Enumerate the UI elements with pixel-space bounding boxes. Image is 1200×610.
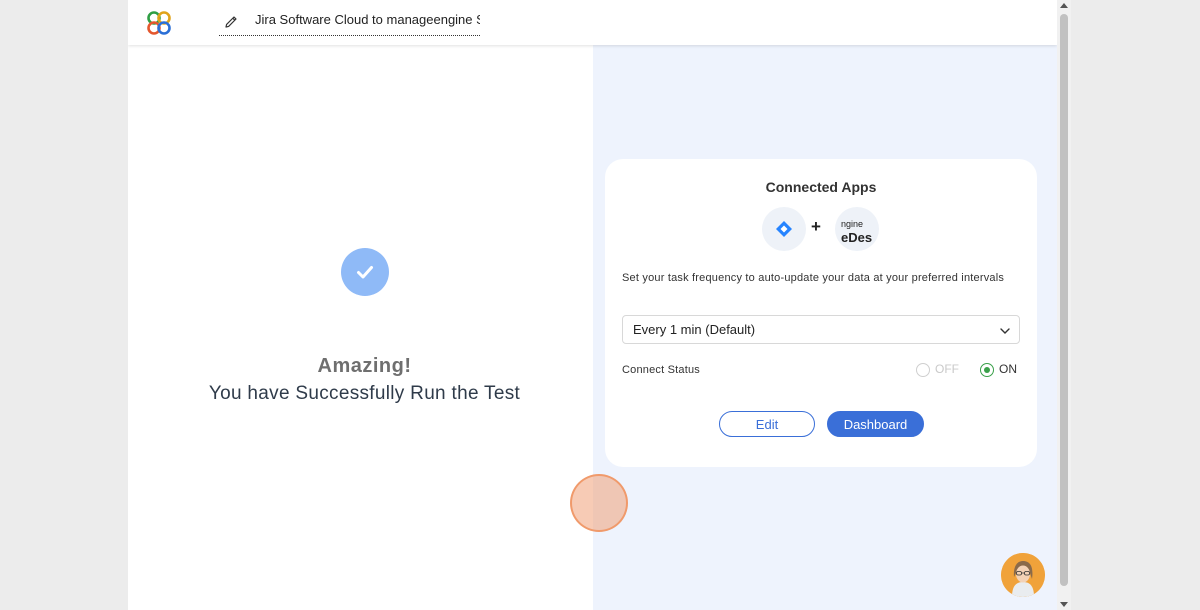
- workflow-title[interactable]: Jira Software Cloud to manageengine Serv…: [255, 12, 480, 27]
- servicedesk-logo-text-top: ngine: [841, 219, 864, 229]
- top-bar: Jira Software Cloud to manageengine Serv…: [128, 0, 1057, 45]
- scroll-down-arrow-icon[interactable]: [1060, 602, 1068, 607]
- frequency-select[interactable]: Every 1 min (Default): [622, 315, 1020, 344]
- support-avatar-icon[interactable]: [1001, 553, 1045, 597]
- edit-button[interactable]: Edit: [719, 411, 815, 437]
- success-heading: Amazing!: [317, 355, 412, 377]
- success-message: You have Successfully Run the Test: [208, 383, 521, 404]
- avatar-face-icon: [1001, 553, 1045, 597]
- cursor-highlight: [570, 474, 628, 532]
- chevron-down-icon[interactable]: [999, 325, 1011, 337]
- connected-apps-title: Connected Apps: [765, 179, 877, 195]
- dashboard-button[interactable]: Dashboard: [827, 411, 924, 437]
- plus-sign: +: [811, 217, 821, 236]
- status-off-label[interactable]: OFF: [935, 362, 959, 376]
- page: Jira Software Cloud to manageengine Serv…: [128, 0, 1057, 610]
- servicedesk-logo-text-main: eDes: [841, 230, 873, 245]
- scrollbar-thumb[interactable]: [1060, 14, 1068, 586]
- pencil-icon[interactable]: [223, 14, 239, 30]
- connected-apps-card: Connected Apps + ngine eDes Set your tas…: [605, 159, 1037, 467]
- status-on-label[interactable]: ON: [999, 362, 1017, 376]
- connect-status-label: Connect Status: [622, 364, 701, 376]
- vertical-scrollbar[interactable]: [1057, 0, 1071, 610]
- workflow-title-field[interactable]: Jira Software Cloud to manageengine Serv…: [219, 9, 480, 36]
- status-off-radio[interactable]: [916, 363, 930, 377]
- jira-icon: [762, 207, 806, 251]
- checkmark-icon: [357, 266, 373, 279]
- jira-logo-icon: [776, 221, 792, 237]
- connection-panel: Connected Apps + ngine eDes Set your tas…: [593, 45, 1057, 610]
- frequency-select-value[interactable]: Every 1 min (Default): [633, 322, 755, 337]
- result-panel: Amazing! You have Successfully Run the T…: [128, 45, 593, 610]
- app-logo-icon[interactable]: [146, 10, 172, 36]
- status-on-radio[interactable]: [980, 363, 994, 377]
- frequency-description: Set your task frequency to auto-update y…: [622, 272, 1005, 284]
- servicedesk-icon: ngine eDes: [835, 207, 879, 251]
- scroll-up-arrow-icon[interactable]: [1060, 3, 1068, 8]
- check-circle-icon: [341, 248, 389, 296]
